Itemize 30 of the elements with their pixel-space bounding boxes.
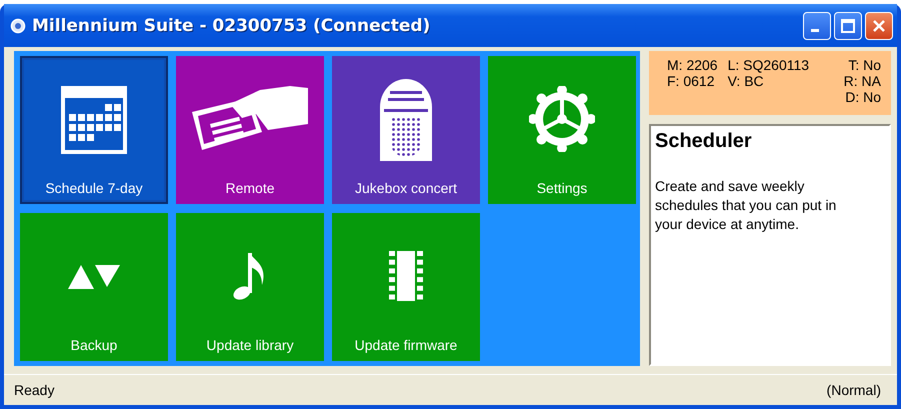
status-text: Ready — [14, 382, 54, 398]
app-icon — [10, 18, 26, 34]
tile-button[interactable]: Update library — [176, 213, 324, 361]
info-field: M: 2206 — [667, 57, 718, 73]
status-label: D: No — [845, 89, 881, 105]
info-field: L: SQ260113 — [728, 57, 810, 73]
tile-button[interactable]: Schedule 7-day — [20, 56, 168, 204]
close-icon — [871, 18, 887, 34]
status-label: T: No — [848, 57, 881, 73]
gear-icon — [529, 86, 595, 152]
tile-button[interactable]: Jukebox concert — [332, 56, 480, 204]
calendar-icon — [59, 84, 129, 154]
tile-button[interactable]: Update firmware — [332, 213, 480, 361]
chip-icon — [388, 251, 424, 301]
status-label: R: NA — [844, 73, 881, 89]
maximize-icon — [840, 18, 856, 34]
close-button[interactable] — [865, 12, 893, 40]
description-text: Create and save weekly schedules that you can put in your device at anytime. — [655, 177, 838, 234]
tile-button[interactable]: Settings — [488, 56, 636, 204]
minimize-icon — [811, 29, 819, 32]
info-field: F: 0612 — [667, 73, 718, 89]
tile-button[interactable]: Backup — [20, 213, 168, 361]
description-title: Scheduler — [655, 130, 753, 153]
maximize-button[interactable] — [834, 12, 862, 40]
minimize-button[interactable] — [803, 12, 831, 40]
status-mode: (Normal) — [826, 382, 881, 398]
window-title: Millennium Suite - 02300753 (Connected) — [32, 16, 432, 36]
up-down-triangles-icon — [68, 263, 120, 289]
info-field: V: BC — [728, 73, 810, 89]
tile-button[interactable]: Remote — [176, 56, 324, 204]
